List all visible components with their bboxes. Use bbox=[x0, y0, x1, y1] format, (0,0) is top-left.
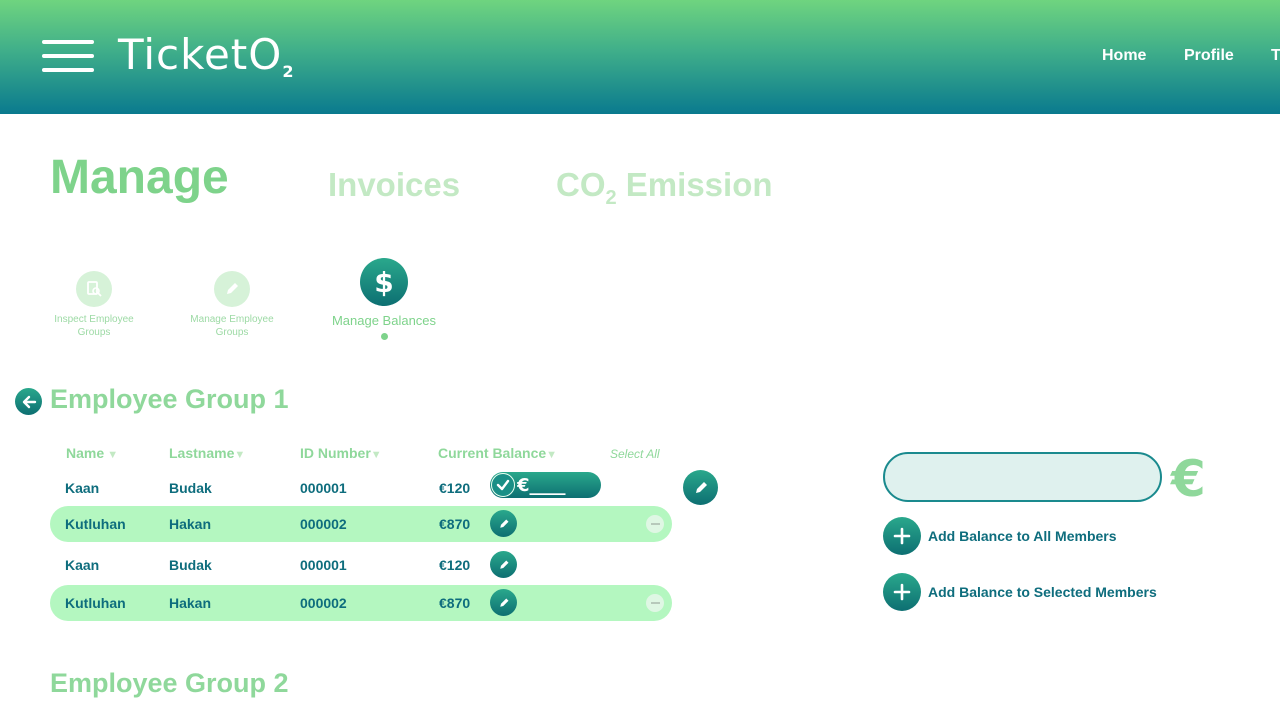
minus-icon[interactable] bbox=[646, 594, 664, 612]
pencil-icon[interactable] bbox=[490, 589, 517, 616]
top-bar: TicketO2 Home Profile T bbox=[0, 0, 1280, 114]
balance-edit-input[interactable] bbox=[517, 474, 597, 496]
column-header-balance[interactable]: Current Balance▼ bbox=[438, 445, 557, 461]
cell-lastname: Budak bbox=[169, 480, 212, 496]
arrow-left-icon[interactable] bbox=[15, 388, 42, 415]
column-header-lastname[interactable]: Lastname▼ bbox=[169, 445, 245, 461]
add-balance-all-button[interactable]: Add Balance to All Members bbox=[883, 517, 1117, 555]
plus-icon bbox=[883, 573, 921, 611]
dollar-icon: $ bbox=[360, 258, 408, 306]
pencil-icon[interactable] bbox=[490, 510, 517, 537]
cell-id: 000001 bbox=[300, 557, 347, 573]
cell-name: Kutluhan bbox=[65, 516, 126, 532]
minus-icon[interactable] bbox=[646, 515, 664, 533]
table-row[interactable]: Kutluhan Hakan 000002 €870 bbox=[50, 585, 672, 621]
cell-balance: €870 bbox=[439, 516, 471, 532]
table-row[interactable]: Kaan Budak 000001 €120 bbox=[50, 547, 672, 583]
column-header-name[interactable]: Name ▼ bbox=[66, 445, 118, 461]
pencil-icon[interactable] bbox=[490, 551, 517, 578]
euro-sign: € bbox=[1171, 450, 1206, 508]
pencil-icon bbox=[214, 271, 250, 307]
subnav-inspect-groups[interactable]: Inspect Employee Groups bbox=[44, 271, 144, 339]
app-logo[interactable]: TicketO2 bbox=[118, 30, 294, 81]
tab-co2-emission[interactable]: CO2 Emission bbox=[556, 166, 773, 210]
subnav-label: Inspect Employee Groups bbox=[54, 314, 134, 338]
select-all-link[interactable]: Select All bbox=[610, 447, 660, 461]
check-icon[interactable] bbox=[491, 473, 515, 497]
cell-balance: €120 bbox=[439, 557, 471, 573]
svg-text:$: $ bbox=[374, 267, 393, 297]
cell-id: 000002 bbox=[300, 595, 347, 611]
subnav-label: Manage Balances bbox=[331, 313, 437, 328]
tab-manage[interactable]: Manage bbox=[50, 150, 229, 205]
table-row[interactable]: Kaan Budak 000001 €120 bbox=[50, 470, 672, 506]
cell-balance: €120 bbox=[439, 480, 471, 496]
subnav-manage-groups[interactable]: Manage Employee Groups bbox=[182, 271, 282, 339]
cell-id: 000002 bbox=[300, 516, 347, 532]
menu-icon[interactable] bbox=[42, 40, 94, 74]
pencil-icon[interactable] bbox=[683, 470, 718, 505]
column-header-id[interactable]: ID Number▼ bbox=[300, 445, 382, 461]
active-indicator bbox=[380, 333, 388, 340]
group-title: Employee Group 1 bbox=[50, 384, 289, 414]
nav-profile[interactable]: Profile bbox=[1184, 47, 1234, 65]
balance-edit-pill bbox=[490, 472, 601, 498]
balance-amount-input[interactable] bbox=[883, 452, 1162, 502]
nav-item-cut[interactable]: T bbox=[1271, 47, 1280, 65]
add-balance-selected-label: Add Balance to Selected Members bbox=[928, 584, 1157, 600]
plus-icon bbox=[883, 517, 921, 555]
tab-invoices[interactable]: Invoices bbox=[328, 166, 460, 204]
subnav-manage-balances[interactable]: $ Manage Balances bbox=[322, 258, 446, 340]
cell-name: Kaan bbox=[65, 557, 100, 573]
table-row[interactable]: Kutluhan Hakan 000002 €870 bbox=[50, 506, 672, 542]
group-title: Employee Group 2 bbox=[50, 668, 289, 698]
cell-balance: €870 bbox=[439, 595, 471, 611]
add-balance-selected-button[interactable]: Add Balance to Selected Members bbox=[883, 573, 1157, 611]
receipt-search-icon bbox=[76, 271, 112, 307]
cell-lastname: Hakan bbox=[169, 595, 212, 611]
cell-lastname: Hakan bbox=[169, 516, 212, 532]
subnav-label: Manage Employee Groups bbox=[190, 314, 274, 338]
add-balance-all-label: Add Balance to All Members bbox=[928, 528, 1117, 544]
cell-lastname: Budak bbox=[169, 557, 212, 573]
cell-name: Kaan bbox=[65, 480, 100, 496]
nav-home[interactable]: Home bbox=[1102, 47, 1146, 65]
cell-name: Kutluhan bbox=[65, 595, 126, 611]
cell-id: 000001 bbox=[300, 480, 347, 496]
